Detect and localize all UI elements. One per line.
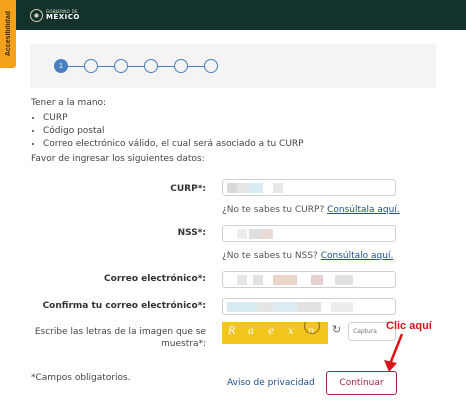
- email-confirm-label: Confirma tu correo electrónico*:: [42, 301, 206, 311]
- curp-label: CURP*:: [170, 184, 206, 194]
- curp-hint: ¿No te sabes tu CURP? Consúltala aquí.: [222, 205, 400, 215]
- captcha-char: R: [228, 326, 236, 337]
- email-input[interactable]: [222, 271, 396, 288]
- captcha-char: a: [248, 326, 254, 337]
- nss-input[interactable]: [222, 225, 396, 242]
- gobierno-de-mexico-logo[interactable]: GOBIERNO DE MÉXICO: [30, 8, 80, 22]
- requirements-list: CURP Código postal Correo electrónico vá…: [31, 112, 304, 151]
- list-item: Correo electrónico válido, el cual será …: [43, 138, 304, 151]
- captcha-noise: [304, 322, 320, 334]
- nss-label: NSS*:: [177, 228, 206, 238]
- step-1: 1: [54, 59, 68, 73]
- nss-hint: ¿No te sabes tu NSS? Consúltalo aquí.: [222, 251, 394, 261]
- continue-button[interactable]: Continuar: [326, 371, 397, 395]
- list-item: CURP: [43, 112, 304, 125]
- curp-input[interactable]: [222, 179, 396, 196]
- top-navigation-bar: GOBIERNO DE MÉXICO: [0, 0, 466, 30]
- list-item: Código postal: [43, 125, 304, 138]
- captcha-image: R a e x n: [222, 322, 328, 344]
- refresh-captcha-icon[interactable]: ↻: [332, 324, 343, 335]
- captcha-char: x: [288, 326, 294, 337]
- national-seal-icon: [30, 8, 43, 22]
- step-4: [144, 59, 158, 73]
- requirements-heading: Tener a la mano:: [31, 98, 107, 108]
- step-3: [114, 59, 128, 73]
- step-2: [84, 59, 98, 73]
- logo-line-2: MÉXICO: [46, 12, 80, 21]
- email-confirm-input[interactable]: [222, 298, 396, 315]
- email-label: Correo electrónico*:: [104, 274, 206, 284]
- nss-lookup-link[interactable]: Consúltalo aquí.: [321, 251, 394, 261]
- curp-lookup-link[interactable]: Consúltala aquí.: [327, 205, 400, 215]
- step-6: [204, 59, 218, 73]
- form-instruction: Favor de ingresar los siguientes datos:: [31, 154, 205, 164]
- accessibility-tab[interactable]: Accesibilidad: [0, 0, 16, 68]
- step-5: [174, 59, 188, 73]
- captcha-char: e: [268, 326, 274, 337]
- captcha-label: Escribe las letras de la imagen que se m…: [34, 327, 206, 349]
- privacy-notice-link[interactable]: Aviso de privacidad: [227, 378, 315, 388]
- progress-stepper: 1: [30, 44, 436, 88]
- accessibility-label: Accesibilidad: [4, 11, 12, 57]
- red-arrow-icon: [384, 333, 404, 372]
- required-fields-note: *Campos obligatorios.: [31, 373, 131, 383]
